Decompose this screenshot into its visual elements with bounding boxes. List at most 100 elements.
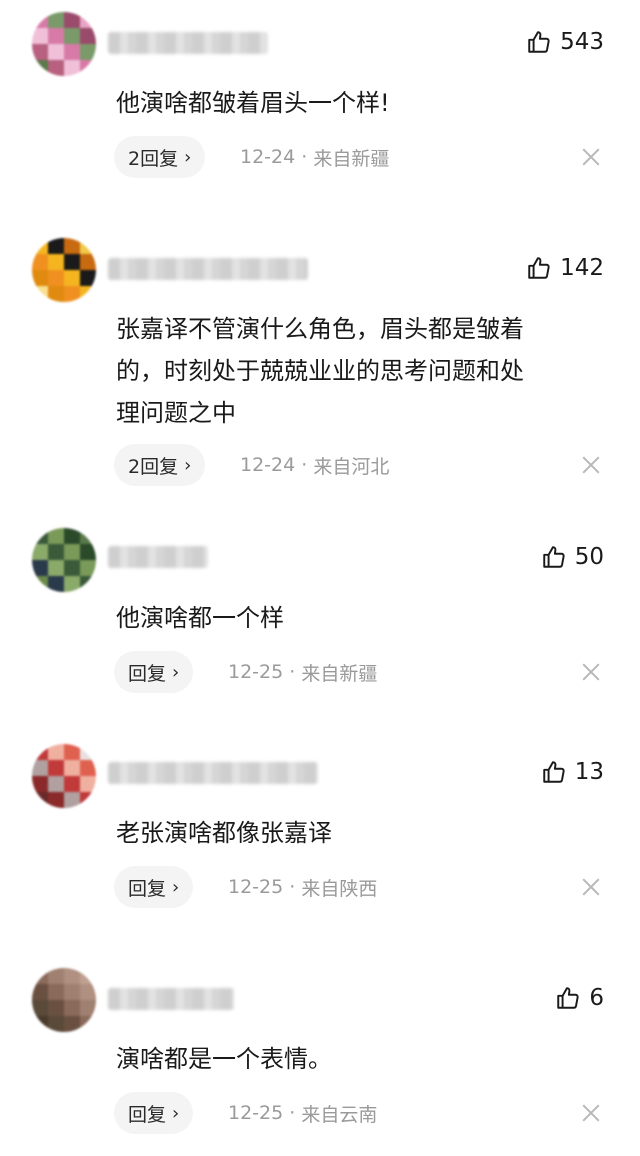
like-button[interactable]: 6 xyxy=(555,984,604,1012)
avatar-mosaic-tile xyxy=(48,270,64,286)
avatar-mosaic-tile xyxy=(48,544,64,560)
avatar-mosaic-tile xyxy=(32,270,48,286)
avatar-mosaic-tile xyxy=(64,12,80,28)
avatar-mosaic-tile xyxy=(64,576,80,592)
avatar-mosaic-tile xyxy=(80,744,96,760)
avatar-mosaic-tile xyxy=(48,528,64,544)
chevron-right-icon: › xyxy=(184,454,192,476)
reply-button[interactable]: 2回复 › xyxy=(114,136,206,178)
reply-button[interactable]: 2回复 › xyxy=(114,444,206,486)
avatar-mosaic-tile xyxy=(80,286,96,302)
avatar-mosaic-tile xyxy=(48,1016,64,1032)
avatar-mosaic-tile xyxy=(64,792,80,808)
username-blurred[interactable] xyxy=(108,258,308,280)
like-count: 50 xyxy=(574,544,604,570)
like-button[interactable]: 50 xyxy=(541,543,604,571)
comment-date: 12-25 xyxy=(228,661,284,683)
avatar-mosaic-tile xyxy=(32,576,48,592)
comment-meta: 12-25 · 来自云南 xyxy=(228,1092,377,1134)
avatar-mosaic-tile xyxy=(80,254,96,270)
avatar-mosaic-tile xyxy=(80,576,96,592)
avatar-mosaic-tile xyxy=(64,776,80,792)
close-icon[interactable] xyxy=(582,663,600,681)
avatar-mosaic-tile xyxy=(80,528,96,544)
comment-text-line: 张嘉译不管演什么角色，眉头都是皱着 xyxy=(116,315,524,343)
like-count: 13 xyxy=(574,759,604,785)
thumbs-up-icon xyxy=(542,761,565,783)
avatar[interactable] xyxy=(32,238,96,302)
like-count: 142 xyxy=(560,255,604,281)
chevron-right-icon: › xyxy=(172,661,180,683)
reply-button[interactable]: 回复 › xyxy=(114,1092,194,1134)
avatar[interactable] xyxy=(32,12,96,76)
avatar-mosaic-tile xyxy=(80,544,96,560)
close-icon[interactable] xyxy=(582,1104,600,1122)
comment-location: 来自云南 xyxy=(301,1103,378,1126)
comment-date: 12-25 xyxy=(228,876,284,898)
avatar-mosaic-tile xyxy=(32,254,48,270)
avatar-mosaic-tile xyxy=(64,544,80,560)
avatar-mosaic-tile xyxy=(80,44,96,60)
avatar-mosaic-tile xyxy=(64,254,80,270)
avatar-mosaic-tile xyxy=(48,286,64,302)
avatar-mosaic-tile xyxy=(48,968,64,984)
avatar-mosaic-tile xyxy=(80,60,96,76)
thumbs-up-icon xyxy=(542,546,565,568)
reply-label: 2回复 xyxy=(128,147,179,170)
username-blurred[interactable] xyxy=(108,762,318,784)
close-icon[interactable] xyxy=(582,148,600,166)
like-button[interactable]: 142 xyxy=(526,254,604,282)
avatar-mosaic-tile xyxy=(32,968,48,984)
chevron-right-icon: › xyxy=(172,876,180,898)
username-blurred[interactable] xyxy=(108,546,208,568)
avatar-mosaic-tile xyxy=(48,1000,64,1016)
avatar-mosaic-tile xyxy=(48,238,64,254)
avatar-mosaic-tile xyxy=(48,254,64,270)
avatar-mosaic-tile xyxy=(32,1000,48,1016)
like-count: 543 xyxy=(560,29,604,55)
avatar-mosaic-tile xyxy=(80,776,96,792)
avatar-mosaic-tile xyxy=(48,760,64,776)
avatar-mosaic-tile xyxy=(80,968,96,984)
avatar-mosaic-tile xyxy=(32,760,48,776)
reply-label: 2回复 xyxy=(128,455,179,478)
avatar-mosaic-tile xyxy=(64,760,80,776)
comment-text: 他演啥都一个样 xyxy=(116,604,284,632)
username-blurred[interactable] xyxy=(108,32,268,54)
comment-text: 老张演啥都像张嘉译 xyxy=(116,819,332,847)
avatar-mosaic-tile xyxy=(80,984,96,1000)
like-count: 6 xyxy=(589,985,604,1011)
avatar-mosaic-tile xyxy=(64,560,80,576)
avatar-mosaic-tile xyxy=(32,776,48,792)
avatar-mosaic-tile xyxy=(64,28,80,44)
reply-button[interactable]: 回复 › xyxy=(114,866,194,908)
reply-label: 回复 xyxy=(128,1103,167,1126)
reply-label: 回复 xyxy=(128,662,167,685)
close-icon[interactable] xyxy=(582,878,600,896)
avatar[interactable] xyxy=(32,528,96,592)
avatar-mosaic-tile xyxy=(80,1000,96,1016)
reply-label: 回复 xyxy=(128,877,167,900)
comment-location: 来自陕西 xyxy=(301,877,378,900)
like-button[interactable]: 13 xyxy=(541,758,604,786)
username-blurred[interactable] xyxy=(108,988,234,1010)
comment-text: 演啥都是一个表情。 xyxy=(116,1045,332,1073)
thumbs-up-icon xyxy=(528,257,550,279)
thumbs-up-icon xyxy=(528,31,550,53)
reply-button[interactable]: 回复 › xyxy=(114,651,194,693)
close-icon[interactable] xyxy=(582,456,600,474)
avatar-mosaic-tile xyxy=(48,984,64,1000)
avatar-mosaic-tile xyxy=(64,744,80,760)
like-button[interactable]: 543 xyxy=(526,28,604,56)
comment-meta: 12-24 · 来自新疆 xyxy=(240,136,389,178)
comment-text-line: 理问题之中 xyxy=(116,399,236,427)
avatar-mosaic-tile xyxy=(64,968,80,984)
avatar[interactable] xyxy=(32,744,96,808)
comment-meta: 12-24 · 来自河北 xyxy=(240,444,389,486)
avatar[interactable] xyxy=(32,968,96,1032)
avatar-mosaic-tile xyxy=(64,1016,80,1032)
avatar-mosaic-tile xyxy=(80,760,96,776)
avatar-mosaic-tile xyxy=(80,560,96,576)
comment-location: 来自新疆 xyxy=(313,147,390,170)
avatar-mosaic-tile xyxy=(32,560,48,576)
